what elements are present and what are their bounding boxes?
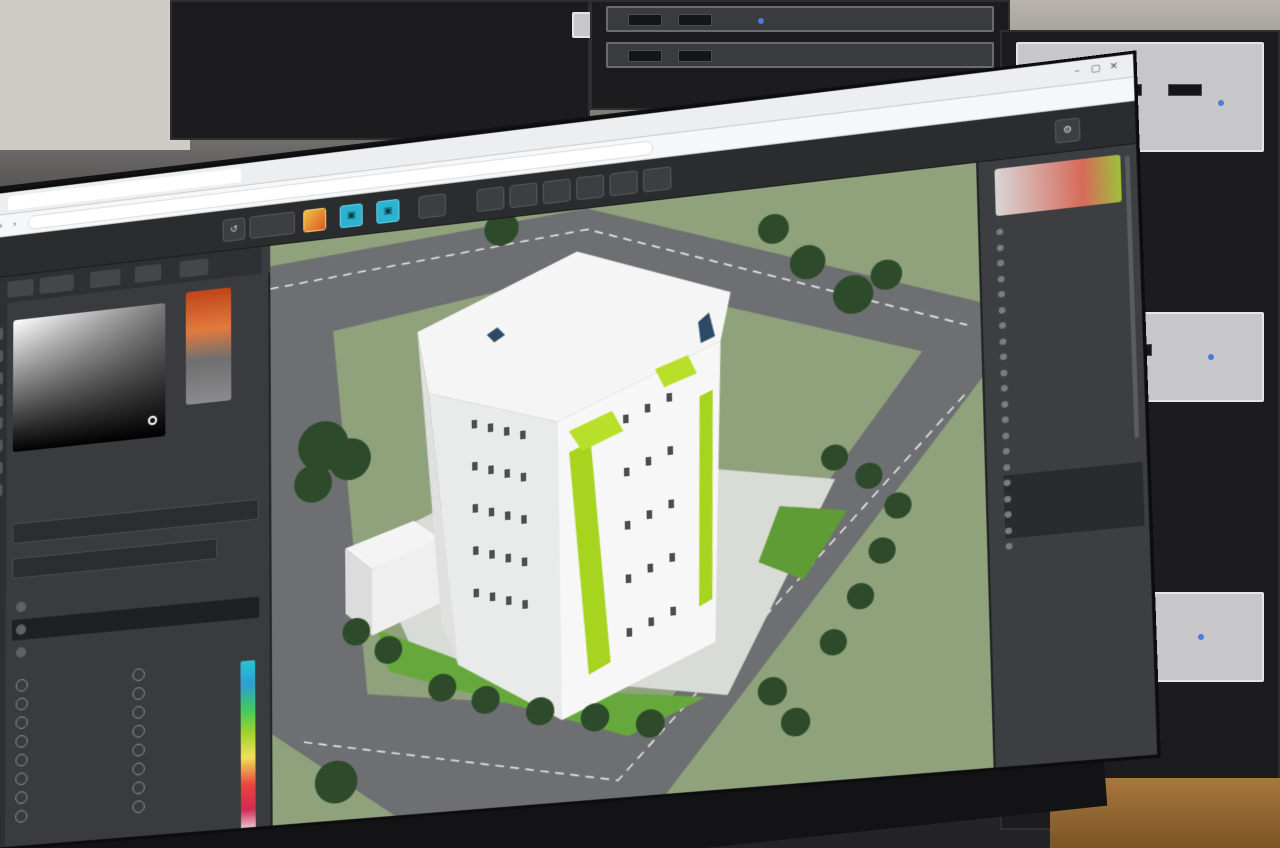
tool-icon[interactable] [0, 327, 4, 342]
menu-item[interactable] [39, 274, 74, 295]
right-properties-panel [976, 143, 1158, 768]
background-wall [0, 0, 190, 150]
menu-item[interactable] [134, 263, 162, 284]
toolbar-button[interactable] [542, 178, 571, 205]
color-swatch[interactable] [994, 154, 1122, 217]
toolbar-button[interactable] [509, 182, 538, 209]
tool-icon[interactable] [0, 349, 4, 364]
tool-icon[interactable] [0, 461, 3, 475]
layer-icon[interactable]: ▣ [376, 198, 400, 225]
maximize-icon[interactable]: ▢ [1090, 63, 1102, 75]
color-icon[interactable] [303, 207, 327, 233]
3d-viewport[interactable] [270, 162, 994, 826]
color-picker-knob[interactable] [147, 415, 158, 426]
option-list-left [11, 666, 124, 826]
toolbar-button[interactable] [642, 166, 672, 193]
tool-icon[interactable] [0, 483, 3, 498]
toolbar-button[interactable] [418, 193, 447, 220]
tool-rail [0, 302, 8, 848]
tool-icon[interactable] [0, 439, 3, 453]
server-rack-top [170, 0, 602, 140]
panel-field[interactable] [12, 498, 259, 545]
close-icon[interactable]: ✕ [1108, 61, 1120, 73]
back-icon[interactable]: ‹ [0, 221, 6, 232]
photo-scene: – ▢ ✕ ‹ › ↺ ▣ ▣ ⚙ [0, 0, 1280, 848]
undo-icon[interactable]: ↺ [222, 217, 246, 243]
menu-item[interactable] [7, 278, 34, 298]
toolbar-button[interactable] [476, 186, 505, 213]
hue-slider[interactable] [185, 287, 232, 406]
properties-list [996, 209, 1145, 555]
toolbar-button[interactable] [249, 211, 296, 240]
toolbar-button[interactable] [609, 170, 638, 197]
layer-icon[interactable]: ▣ [339, 203, 363, 229]
settings-icon[interactable]: ⚙ [1054, 117, 1081, 144]
left-color-panel [0, 272, 273, 848]
laptop-screen: – ▢ ✕ ‹ › ↺ ▣ ▣ ⚙ [0, 53, 1158, 848]
menu-item[interactable] [179, 258, 209, 278]
forward-icon[interactable]: › [10, 219, 20, 230]
color-picker[interactable] [12, 302, 166, 453]
site-model [270, 162, 994, 826]
toolbar-button[interactable] [575, 174, 605, 201]
minimize-icon[interactable]: – [1071, 65, 1083, 77]
tool-icon[interactable] [0, 416, 3, 431]
color-palette-strip[interactable] [240, 659, 256, 835]
option-list-right [128, 655, 237, 816]
tool-icon[interactable] [0, 394, 3, 408]
tool-icon[interactable] [0, 372, 4, 386]
panel-field[interactable] [12, 538, 218, 580]
menu-item[interactable] [89, 268, 121, 289]
